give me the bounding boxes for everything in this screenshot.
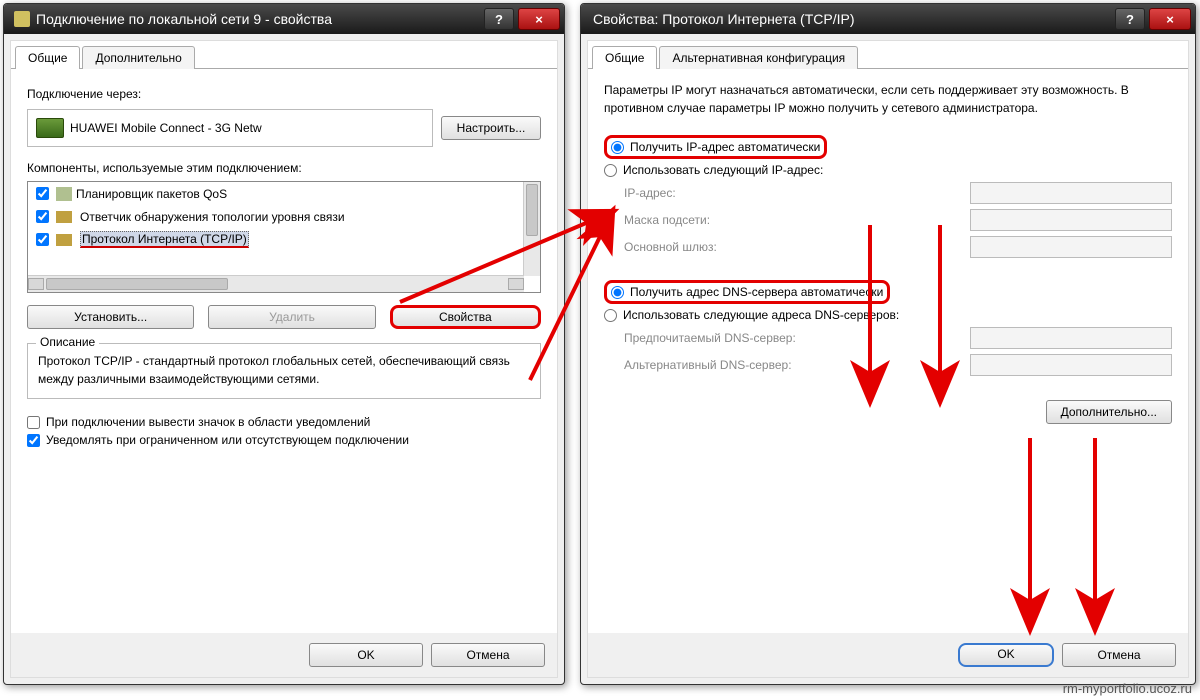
tab-alt-config[interactable]: Альтернативная конфигурация [659,46,858,69]
radio-ip-auto[interactable] [611,141,624,154]
radio-ip-auto-label: Получить IP-адрес автоматически [630,140,820,154]
topology-icon [56,211,72,223]
list-item-label: Протокол Интернета (TCP/IP) [80,231,249,248]
list-item-selected[interactable]: Протокол Интернета (TCP/IP) [28,228,540,251]
dns-alt-label: Альтернативный DNS-сервер: [624,358,792,372]
list-item[interactable]: Ответчик обнаружения топологии уровня св… [28,205,540,228]
list-item-label: Ответчик обнаружения топологии уровня св… [80,210,345,224]
tab-general-right[interactable]: Общие [592,46,657,69]
close-button[interactable]: × [518,8,560,30]
tcpip-icon [56,234,72,246]
connect-via-label: Подключение через: [27,87,541,101]
radio-dns-manual-label: Использовать следующие адреса DNS-сервер… [623,308,899,322]
components-listbox[interactable]: Планировщик пакетов QoS Ответчик обнаруж… [27,181,541,293]
radio-ip-manual-label: Использовать следующий IP-адрес: [623,163,823,177]
vertical-scrollbar[interactable] [523,182,540,276]
properties-button[interactable]: Свойства [390,305,541,329]
ok-button-right[interactable]: OK [958,643,1054,667]
list-item-label: Планировщик пакетов QoS [76,187,227,201]
notify-label: Уведомлять при ограниченном или отсутств… [46,433,409,447]
mask-input [970,209,1172,231]
radio-dns-manual[interactable] [604,309,617,322]
adapter-name: HUAWEI Mobile Connect - 3G Netw [70,121,262,135]
network-card-icon [36,118,64,138]
checkbox[interactable] [36,233,49,246]
notify-checkbox[interactable] [27,434,40,447]
ip-label: IP-адрес: [624,186,676,200]
watermark: rm-myportfolio.ucoz.ru [1063,681,1192,696]
cancel-button-left[interactable]: Отмена [431,643,545,667]
install-button[interactable]: Установить... [27,305,194,329]
mask-label: Маска подсети: [624,213,710,227]
help-button[interactable]: ? [1115,8,1145,30]
ip-input [970,182,1172,204]
description-text: Протокол TCP/IP - стандартный протокол г… [38,352,530,388]
checkbox[interactable] [36,210,49,223]
title-left: Подключение по локальной сети 9 - свойст… [36,11,480,27]
components-label: Компоненты, используемые этим подключени… [27,161,541,175]
intro-text: Параметры IP могут назначаться автоматич… [604,81,1172,117]
description-legend: Описание [36,335,99,349]
lan-icon [14,11,30,27]
show-icon-label: При подключении вывести значок в области… [46,415,370,429]
titlebar-right: Свойства: Протокол Интернета (TCP/IP) ? … [581,4,1195,34]
titlebar-left: Подключение по локальной сети 9 - свойст… [4,4,564,34]
checkbox[interactable] [36,187,49,200]
advanced-button[interactable]: Дополнительно... [1046,400,1172,424]
tab-advanced-left[interactable]: Дополнительно [82,46,194,69]
horizontal-scrollbar[interactable] [28,275,524,292]
list-item[interactable]: Планировщик пакетов QoS [28,182,540,205]
dns-pref-input [970,327,1172,349]
remove-button: Удалить [208,305,375,329]
cancel-button-right[interactable]: Отмена [1062,643,1176,667]
dialog-tcpip-properties: Свойства: Протокол Интернета (TCP/IP) ? … [580,3,1196,685]
dns-pref-label: Предпочитаемый DNS-сервер: [624,331,796,345]
tab-general-left[interactable]: Общие [15,46,80,69]
close-button[interactable]: × [1149,8,1191,30]
show-icon-checkbox[interactable] [27,416,40,429]
title-right: Свойства: Протокол Интернета (TCP/IP) [593,11,1111,27]
ok-button-left[interactable]: OK [309,643,423,667]
adapter-box: HUAWEI Mobile Connect - 3G Netw [27,109,433,147]
configure-button[interactable]: Настроить... [441,116,541,140]
dns-alt-input [970,354,1172,376]
radio-ip-manual[interactable] [604,164,617,177]
radio-dns-auto[interactable] [611,286,624,299]
gateway-input [970,236,1172,258]
dialog-lan-properties: Подключение по локальной сети 9 - свойст… [3,3,565,685]
gateway-label: Основной шлюз: [624,240,717,254]
help-button[interactable]: ? [484,8,514,30]
radio-dns-auto-label: Получить адрес DNS-сервера автоматически [630,285,883,299]
qos-icon [56,187,72,201]
